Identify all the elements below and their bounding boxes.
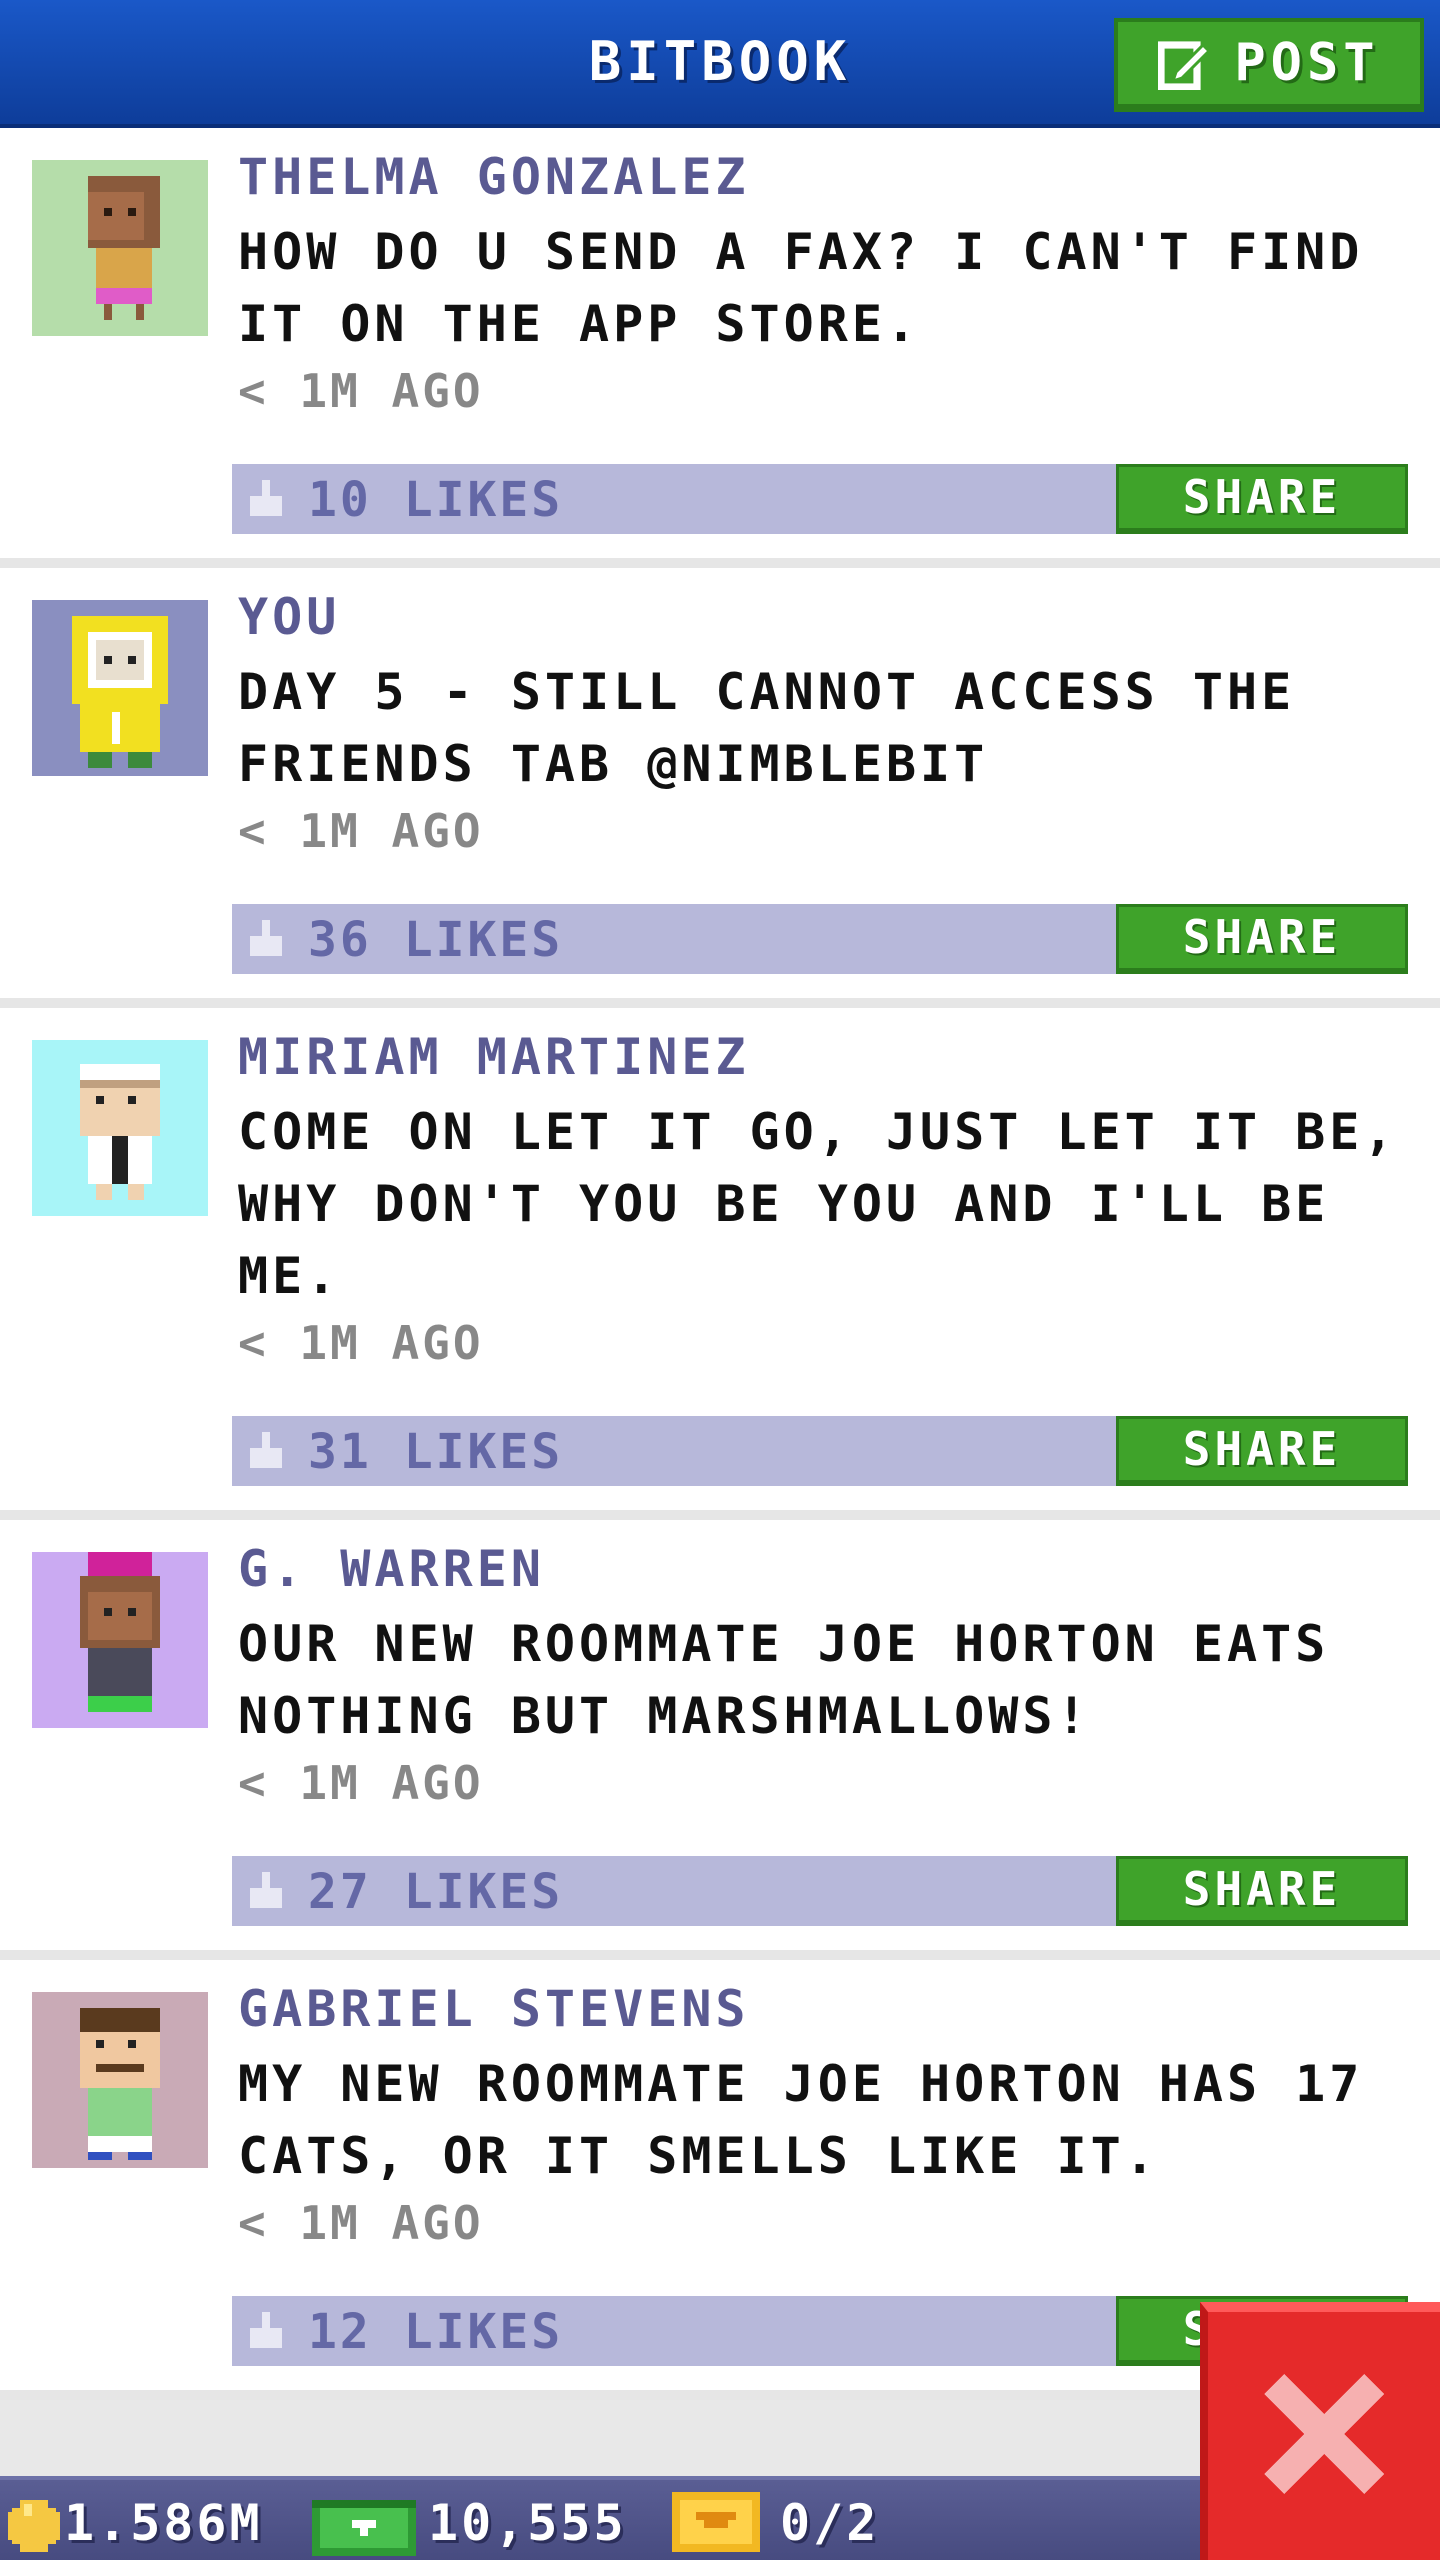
- compose-icon: [1158, 36, 1212, 90]
- ticket-icon: [672, 2492, 760, 2556]
- post-author[interactable]: G. WARREN: [238, 1540, 545, 1598]
- post-text: OUR NEW ROOMMATE JOE HORTON EATS NOTHING…: [238, 1615, 1330, 1745]
- post-time: < 1M AGO: [238, 804, 484, 858]
- feed-post: YOU DAY 5 - STILL CANNOT ACCESS THE FRIE…: [0, 568, 1440, 1008]
- share-button[interactable]: SHARE: [1116, 1856, 1408, 1926]
- post-button[interactable]: POST: [1114, 18, 1424, 112]
- thumbs-up-icon: [246, 920, 290, 964]
- post-author[interactable]: YOU: [238, 588, 340, 646]
- bux-count: 10,555: [428, 2494, 627, 2552]
- like-button[interactable]: 31 LIKES SHARE: [232, 1416, 1408, 1486]
- thumbs-up-icon: [246, 1872, 290, 1916]
- post-time: < 1M AGO: [238, 2196, 484, 2250]
- post-time: < 1M AGO: [238, 364, 484, 418]
- avatar[interactable]: [32, 1552, 208, 1728]
- avatar[interactable]: [32, 160, 208, 336]
- thumbs-up-icon: [246, 1432, 290, 1476]
- post-author[interactable]: THELMA GONZALEZ: [238, 148, 750, 206]
- avatar[interactable]: [32, 1040, 208, 1216]
- post-text: MY NEW ROOMMATE JOE HORTON HAS 17 CATS, …: [238, 2055, 1364, 2185]
- like-count: 36 LIKES: [308, 912, 564, 968]
- like-count: 27 LIKES: [308, 1864, 564, 1920]
- like-count: 12 LIKES: [308, 2304, 564, 2360]
- post-time: < 1M AGO: [238, 1756, 484, 1810]
- post-text: HOW DO U SEND A FAX? I CAN'T FIND IT ON …: [238, 223, 1364, 353]
- post-button-label: POST: [1234, 33, 1380, 93]
- share-button[interactable]: SHARE: [1116, 904, 1408, 974]
- avatar[interactable]: [32, 1992, 208, 2168]
- like-button[interactable]: 10 LIKES SHARE: [232, 464, 1408, 534]
- close-icon: [1254, 2364, 1394, 2508]
- like-button[interactable]: 27 LIKES SHARE: [232, 1856, 1408, 1926]
- coin-icon: [8, 2500, 60, 2556]
- like-count: 10 LIKES: [308, 472, 564, 528]
- post-author[interactable]: MIRIAM MARTINEZ: [238, 1028, 750, 1086]
- post-time: < 1M AGO: [238, 1316, 484, 1370]
- feed-post: MIRIAM MARTINEZ COME ON LET IT GO, JUST …: [0, 1008, 1440, 1520]
- coins-count: 1.586M: [64, 2494, 263, 2552]
- feed-post: G. WARREN OUR NEW ROOMMATE JOE HORTON EA…: [0, 1520, 1440, 1960]
- feed-post: THELMA GONZALEZ HOW DO U SEND A FAX? I C…: [0, 128, 1440, 568]
- thumbs-up-icon: [246, 480, 290, 524]
- post-text: COME ON LET IT GO, JUST LET IT BE, WHY D…: [238, 1103, 1398, 1305]
- avatar[interactable]: [32, 600, 208, 776]
- post-author[interactable]: GABRIEL STEVENS: [238, 1980, 750, 2038]
- bux-icon: [312, 2492, 416, 2560]
- like-button[interactable]: 36 LIKES SHARE: [232, 904, 1408, 974]
- close-button[interactable]: [1200, 2302, 1440, 2560]
- post-text: DAY 5 - STILL CANNOT ACCESS THE FRIENDS …: [238, 663, 1296, 793]
- share-button[interactable]: SHARE: [1116, 1416, 1408, 1486]
- tickets-count: 0/2: [780, 2494, 880, 2552]
- thumbs-up-icon: [246, 2312, 290, 2356]
- like-count: 31 LIKES: [308, 1424, 564, 1480]
- share-button[interactable]: SHARE: [1116, 464, 1408, 534]
- header-bar: BITBOOK POST: [0, 0, 1440, 128]
